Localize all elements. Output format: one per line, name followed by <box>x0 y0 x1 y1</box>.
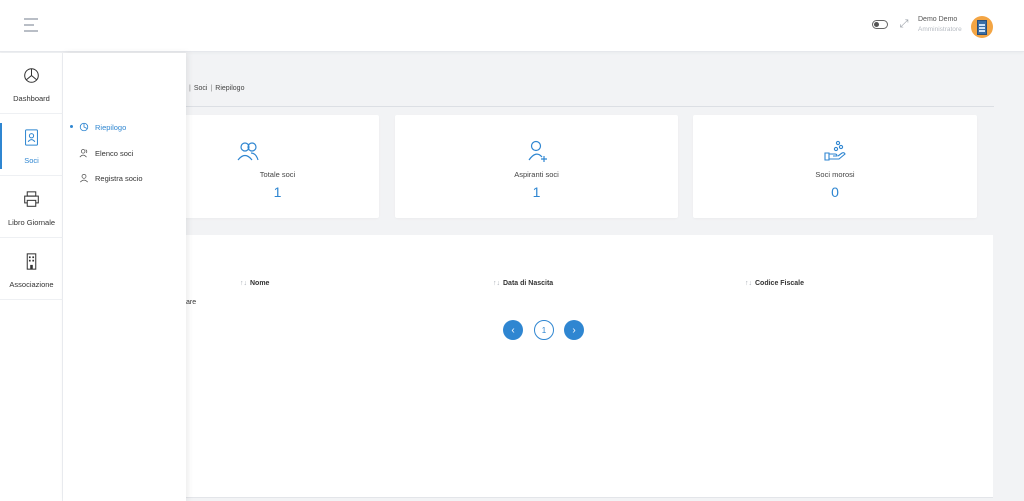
user-icon <box>79 173 89 183</box>
breadcrumb-item[interactable]: Soci <box>194 85 208 92</box>
divider <box>186 106 994 107</box>
hand-coins-icon <box>824 140 846 161</box>
column-header-data-di-nascita[interactable]: ↑↓ Data di Nascita <box>493 280 553 287</box>
breadcrumb-item: Riepilogo <box>215 85 245 92</box>
submenu-label: Registra socio <box>95 173 143 183</box>
users-icon <box>79 149 88 158</box>
card-value: 0 <box>831 184 839 200</box>
column-header-nome[interactable]: ↑↓ Nome <box>240 280 269 287</box>
prev-page-button[interactable]: ‹ <box>503 320 523 340</box>
building-icon <box>26 253 37 270</box>
submenu-label: Elenco soci <box>95 148 134 158</box>
rail-item-dashboard[interactable]: Dashboard <box>0 53 63 114</box>
menu-toggle-icon[interactable] <box>24 18 38 32</box>
fullscreen-icon[interactable]: ⤢ <box>898 18 910 30</box>
user-role: Amministratore <box>918 26 962 33</box>
card-label: Soci morosi <box>815 170 855 179</box>
breadcrumb-separator: | <box>189 85 191 92</box>
table-row: are <box>186 299 197 306</box>
active-dot <box>70 125 73 128</box>
submenu-item-riepilogo[interactable]: Riepilogo <box>70 120 127 134</box>
rail-label: Dashboard <box>13 94 50 103</box>
breadcrumb-separator: | <box>210 85 213 92</box>
card-aspiranti-soci: Aspiranti soci 1 <box>395 115 678 218</box>
dashboard-icon <box>24 68 39 83</box>
table-panel: ↑↓ Nome ↑↓ Data di Nascita ↑↓ Codice Fiscal… <box>186 235 993 497</box>
user-add-icon <box>528 140 547 162</box>
card-soci-morosi: Soci morosi 0 <box>693 115 977 218</box>
theme-toggle-icon[interactable] <box>872 20 888 29</box>
rail-item-libro-giornale[interactable]: Libro Giornale <box>0 177 63 238</box>
next-page-button[interactable]: › <box>564 320 584 340</box>
rail-label: Libro Giornale <box>7 218 56 227</box>
page-button[interactable]: 1 <box>534 320 554 340</box>
icon-rail: Dashboard Soci Libro Giornale Associazio… <box>0 53 63 501</box>
top-header: ⤢ Demo Demo Amministratore <box>0 0 1024 52</box>
printer-icon <box>24 191 39 207</box>
users-icon <box>237 142 259 161</box>
badge-icon <box>25 129 38 146</box>
user-name[interactable]: Demo Demo <box>918 16 957 23</box>
building-icon <box>977 20 987 35</box>
breadcrumb: | Soci | Riepilogo <box>186 85 244 92</box>
divider <box>186 497 993 498</box>
column-header-codice-fiscale[interactable]: ↑↓ Codice Fiscale <box>745 280 804 287</box>
card-value: 1 <box>532 184 541 200</box>
chart-icon <box>79 122 89 132</box>
avatar[interactable] <box>971 16 993 38</box>
sort-icon: ↑↓ <box>745 280 752 287</box>
rail-label: Associazione <box>9 280 54 289</box>
sort-icon: ↑↓ <box>493 280 500 287</box>
rail-label: Soci <box>24 156 39 165</box>
rail-item-associazione[interactable]: Associazione <box>0 239 63 300</box>
rail-item-soci[interactable]: Soci <box>0 115 63 176</box>
submenu-panel: Riepilogo Elenco soci Registra socio <box>63 53 186 501</box>
submenu-item-registra-socio[interactable]: Registra socio <box>79 171 143 185</box>
submenu-label: Riepilogo <box>95 122 127 132</box>
card-label: Aspiranti soci <box>514 170 559 179</box>
sort-icon: ↑↓ <box>240 280 247 287</box>
submenu-item-elenco-soci[interactable]: Elenco soci <box>79 146 133 160</box>
